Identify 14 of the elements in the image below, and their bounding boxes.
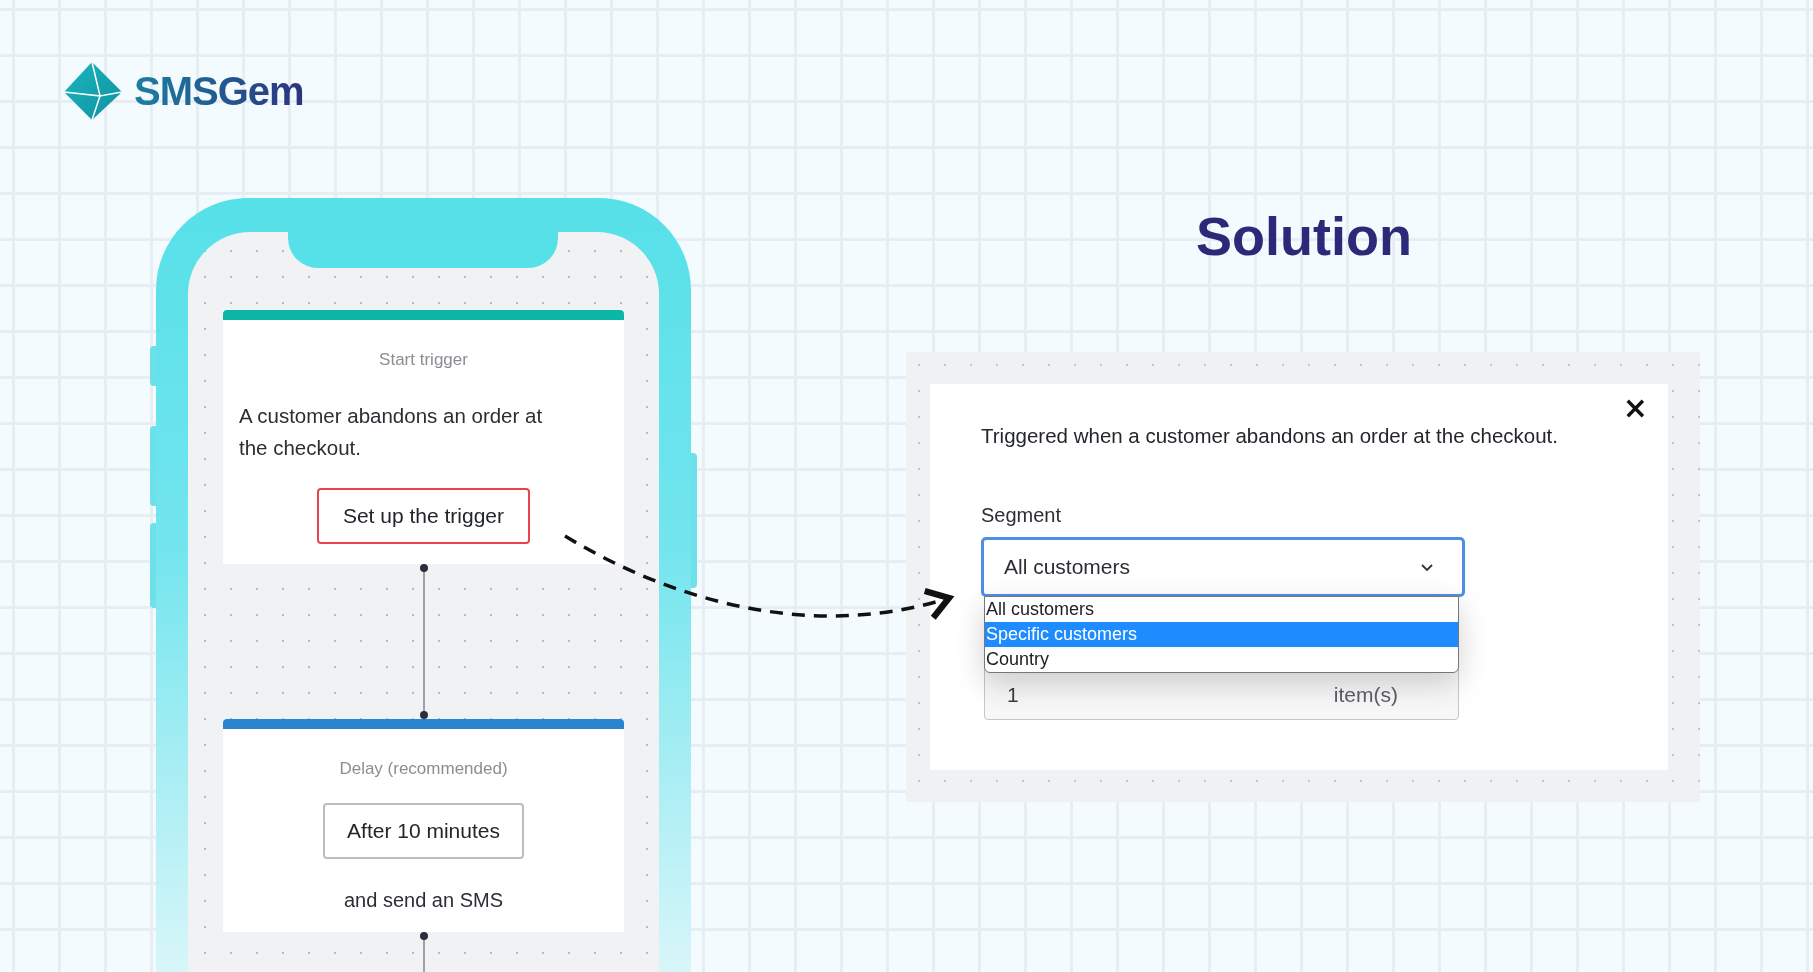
section-heading: Solution — [1196, 205, 1412, 267]
unit-label: item(s) — [1333, 683, 1398, 707]
diamond-logo-icon — [62, 60, 124, 122]
card-button[interactable]: After 10 minutes — [323, 803, 524, 859]
chevron-down-icon — [1420, 561, 1434, 573]
card-button[interactable]: Set up the trigger — [316, 488, 531, 544]
dialog-description: Triggered when a customer abandons an order at the checkout. — [981, 424, 1559, 448]
dropdown-option[interactable]: All customers — [985, 597, 1458, 622]
card-title: Start trigger — [379, 350, 468, 370]
field-label: Segment — [981, 504, 1063, 527]
close-button[interactable]: × — [1616, 390, 1654, 425]
card-title: Delay (recommended) — [339, 759, 508, 779]
card-description: A customer abandons an order at the checkout. — [238, 403, 544, 461]
card-footer-text: and send an SMS — [344, 889, 503, 912]
